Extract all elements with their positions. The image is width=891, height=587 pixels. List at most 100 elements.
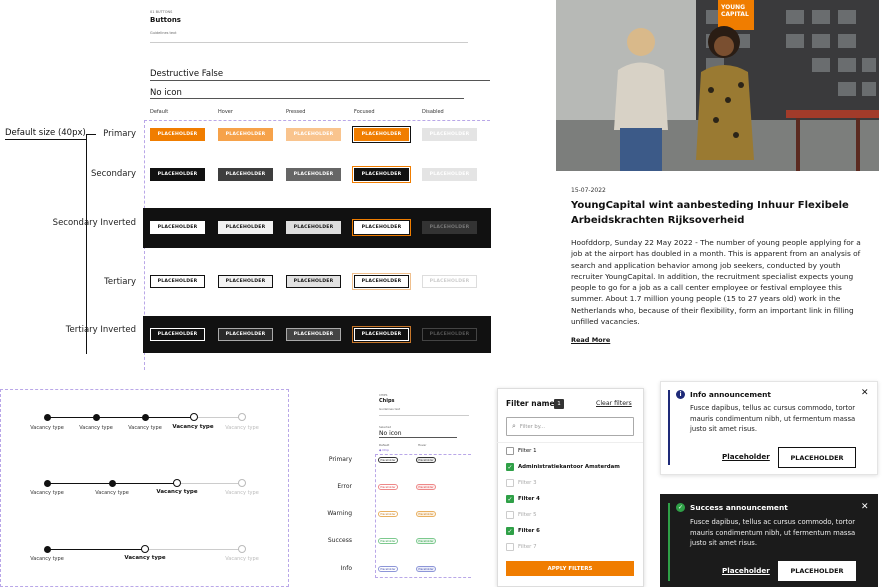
primary-button-focused[interactable]: PLACEHOLDER xyxy=(352,126,411,143)
chips-prop-small: Selected xyxy=(379,425,392,429)
step-label: Vacancy type xyxy=(95,490,129,496)
primary-button-pressed[interactable]: PLACEHOLDER xyxy=(286,128,341,141)
tertiary-button-default[interactable]: PLACEHOLDER xyxy=(150,275,205,288)
checkbox-checked[interactable]: ✓ xyxy=(506,463,514,471)
clear-filters-link[interactable]: Clear filters xyxy=(596,400,632,407)
tertiary-button-hover[interactable]: PLACEHOLDER xyxy=(218,275,273,288)
chip-error[interactable]: Placeholder xyxy=(378,484,398,490)
secondary-inverted-button-default[interactable]: PLACEHOLDER xyxy=(150,221,205,234)
checkbox[interactable] xyxy=(506,447,514,455)
info-link[interactable]: Placeholder xyxy=(722,452,770,461)
close-icon[interactable]: ✕ xyxy=(861,502,869,512)
filter-count-badge: 1 xyxy=(554,399,564,409)
step-current[interactable] xyxy=(141,545,149,553)
chip-row-label: Warning xyxy=(327,510,352,517)
chip-success[interactable]: Placeholder xyxy=(378,538,398,544)
step-line xyxy=(146,549,240,551)
step-line xyxy=(194,417,240,419)
success-action-button[interactable]: PLACEHOLDER xyxy=(778,561,856,581)
tertiary-button-focused[interactable]: PLACEHOLDER xyxy=(352,273,411,290)
row-label-primary: Primary xyxy=(103,129,136,139)
primary-button-hover[interactable]: PLACEHOLDER xyxy=(218,128,273,141)
secondary-inverted-button-hover[interactable]: PLACEHOLDER xyxy=(218,221,273,234)
step-current[interactable] xyxy=(173,479,181,487)
row-label-secondary: Secondary xyxy=(90,169,136,179)
checkbox[interactable] xyxy=(506,543,514,551)
secondary-inverted-button-pressed[interactable]: PLACEHOLDER xyxy=(286,221,341,234)
filter-search-input[interactable]: ⌕ Filter by... xyxy=(506,417,634,436)
article-date: 15-07-2022 xyxy=(571,187,606,194)
secondary-button-hover[interactable]: PLACEHOLDER xyxy=(218,168,273,181)
tertiary-button-pressed[interactable]: PLACEHOLDER xyxy=(286,275,341,288)
step-dot xyxy=(109,480,116,487)
checkbox[interactable] xyxy=(506,479,514,487)
checkbox[interactable] xyxy=(506,511,514,519)
chip-sample: ◆ Chip xyxy=(379,448,389,452)
success-link[interactable]: Placeholder xyxy=(722,566,770,575)
secondary-button-default[interactable]: PLACEHOLDER xyxy=(150,168,205,181)
chip-warning[interactable]: Placeholder xyxy=(378,511,398,517)
step-line xyxy=(180,483,240,485)
apply-filters-button[interactable]: APPLY FILTERS xyxy=(506,561,634,576)
chips-title: Chips xyxy=(379,398,395,404)
step-dot xyxy=(44,414,51,421)
success-body: Fusce dapibus, tellus ac cursus commodo,… xyxy=(690,518,856,547)
step-label: Vacancy type xyxy=(225,425,259,431)
row-label-tertiary-inverted: Tertiary Inverted xyxy=(65,325,136,335)
chip-warning-hover[interactable]: Placeholder xyxy=(416,511,436,517)
chips-subtitle: Guidelines text xyxy=(379,407,401,411)
tertiary-inverted-button-default[interactable]: PLACEHOLDER xyxy=(150,328,205,341)
filter-option[interactable]: Filter 3 xyxy=(506,478,537,488)
tertiary-inverted-button-hover[interactable]: PLACEHOLDER xyxy=(218,328,273,341)
divider xyxy=(379,415,469,416)
step-upcoming xyxy=(238,545,246,553)
filter-search-placeholder: Filter by... xyxy=(519,423,545,430)
tertiary-button-disabled: PLACEHOLDER xyxy=(422,275,477,288)
chip-row-label: Primary xyxy=(328,456,352,463)
col-header: Hover xyxy=(218,109,233,115)
filter-option[interactable]: ✓ Administratiekantoor Amsterdam xyxy=(506,462,620,472)
filter-option[interactable]: Filter 7 xyxy=(506,542,537,552)
chip-primary-hover[interactable]: Placeholder xyxy=(416,457,436,463)
step-label: Vacancy type xyxy=(30,490,64,496)
chip-info-hover[interactable]: Placeholder xyxy=(416,566,436,572)
filter-option[interactable]: ✓ Filter 4 xyxy=(506,494,540,504)
col-header: Default xyxy=(150,109,169,115)
prop-icon: No icon xyxy=(150,88,182,98)
tertiary-inverted-button-pressed[interactable]: PLACEHOLDER xyxy=(286,328,341,341)
chip-primary[interactable]: Placeholder xyxy=(378,457,398,463)
frame-guide xyxy=(144,120,490,121)
section-label: 01 BUTTONS xyxy=(150,10,173,14)
article-photo: YOUNG CAPITAL xyxy=(556,0,879,171)
read-more-link[interactable]: Read More xyxy=(571,336,610,344)
secondary-button-disabled: PLACEHOLDER xyxy=(422,168,477,181)
divider xyxy=(150,42,468,43)
step-current[interactable] xyxy=(190,413,198,421)
filter-option[interactable]: ✓ Filter 6 xyxy=(506,526,540,536)
size-bracket xyxy=(86,134,87,354)
secondary-button-focused[interactable]: PLACEHOLDER xyxy=(352,166,411,183)
chip-row-label: Success xyxy=(327,537,352,544)
chip-error-hover[interactable]: Placeholder xyxy=(416,484,436,490)
close-icon[interactable]: ✕ xyxy=(861,388,869,398)
checkbox-checked[interactable]: ✓ xyxy=(506,527,514,535)
checkbox-checked[interactable]: ✓ xyxy=(506,495,514,503)
frame-guide xyxy=(375,577,471,578)
chip-info[interactable]: Placeholder xyxy=(378,566,398,572)
filter-option[interactable]: Filter 5 xyxy=(506,510,537,520)
step-line xyxy=(47,549,143,551)
article-title: YoungCapital wint aanbesteding Inhuur Fl… xyxy=(571,200,849,226)
step-label: Vacancy type xyxy=(225,490,259,496)
primary-button-default[interactable]: PLACEHOLDER xyxy=(150,128,205,141)
frame-guide xyxy=(375,454,471,455)
filter-option[interactable]: Filter 1 xyxy=(506,446,537,456)
secondary-inverted-button-focused[interactable]: PLACEHOLDER xyxy=(352,219,411,236)
page-subtitle: Guidelines text xyxy=(150,31,177,35)
tertiary-inverted-button-focused[interactable]: PLACEHOLDER xyxy=(352,326,411,343)
secondary-button-pressed[interactable]: PLACEHOLDER xyxy=(286,168,341,181)
info-action-button[interactable]: PLACEHOLDER xyxy=(778,447,856,468)
step-label: Vacancy type xyxy=(30,556,64,562)
col-header: Focused xyxy=(354,109,375,115)
chip-success-hover[interactable]: Placeholder xyxy=(416,538,436,544)
chips-col-header: Default xyxy=(379,443,390,447)
